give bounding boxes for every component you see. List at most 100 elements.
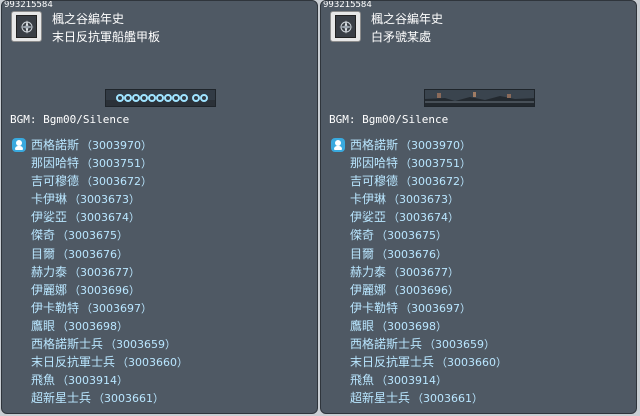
npc-item[interactable]: 末日反抗軍士兵 （3003660） [350, 353, 507, 371]
npc-item[interactable]: 飛魚 （3003914） [31, 371, 188, 389]
npc-id: （3003698） [57, 319, 129, 333]
compass-book-icon [330, 11, 361, 42]
npc-item[interactable]: 伊卡勒特 （3003697） [31, 299, 188, 317]
npc-item[interactable]: 卡伊琳 （3003673） [31, 190, 188, 208]
npc-person-icon [12, 138, 26, 152]
npc-id: （3003698） [376, 319, 448, 333]
map-name: 白矛號某處 [371, 30, 432, 44]
npc-name: 飛魚 [350, 373, 375, 388]
npc-id: （3003914） [376, 374, 448, 388]
npc-name: 卡伊琳 [350, 192, 387, 207]
map-name: 末日反抗軍船艦甲板 [52, 30, 161, 44]
npc-item[interactable]: 鷹眼 （3003698） [350, 317, 507, 335]
npc-id: （3003673） [388, 193, 460, 207]
npc-id: （3003672） [400, 175, 472, 189]
npc-item[interactable]: 那因哈特 （3003751） [31, 154, 188, 172]
npc-id: （3003677） [388, 265, 460, 279]
npc-list: 西格諾斯 （3003970） 那因哈特 （3003751） 吉可穆德 （3003672… [31, 136, 188, 407]
npc-item[interactable]: 伊娑亞 （3003674） [31, 208, 188, 226]
npc-item[interactable]: 傑奇 （3003675） [350, 226, 507, 244]
npc-name: 伊麗娜 [350, 282, 387, 297]
npc-id: （3003660） [436, 356, 508, 370]
npc-item[interactable]: 伊麗娜 （3003696） [31, 281, 188, 299]
npc-id: （3003675） [376, 229, 448, 243]
npc-id: （3003673） [69, 193, 141, 207]
npc-name: 末日反抗軍士兵 [31, 355, 116, 370]
npc-name: 伊麗娜 [31, 282, 68, 297]
npc-name: 西格諾斯 [31, 138, 80, 152]
npc-item[interactable]: 超新星士兵 （3003661） [350, 389, 507, 407]
npc-item[interactable]: 伊娑亞 （3003674） [350, 208, 507, 226]
npc-name: 目爾 [31, 246, 56, 261]
region-name: 楓之谷編年史 [371, 12, 444, 26]
npc-name: 西格諾斯士兵 [31, 337, 104, 352]
npc-id: （3003970） [400, 139, 472, 152]
npc-id: （3003970） [81, 139, 153, 152]
npc-name: 伊卡勒特 [31, 300, 80, 315]
npc-item[interactable]: 西格諾斯士兵 （3003659） [350, 335, 507, 353]
map-id: 993215584 [323, 0, 372, 10]
npc-item[interactable]: 傑奇 （3003675） [31, 226, 188, 244]
bgm-label: BGM: Bgm00/Silence [329, 113, 449, 126]
npc-name: 伊卡勒特 [350, 300, 399, 315]
npc-item[interactable]: 赫力泰 （3003677） [31, 263, 188, 281]
npc-name: 超新星士兵 [350, 391, 411, 406]
npc-id: （3003674） [388, 211, 460, 225]
npc-name: 那因哈特 [31, 156, 80, 171]
npc-id: （3003661） [412, 392, 484, 406]
bgm-label: BGM: Bgm00/Silence [10, 113, 130, 126]
npc-id: （3003672） [81, 175, 153, 189]
npc-item[interactable]: 吉可穆德 （3003672） [350, 172, 507, 190]
npc-name: 飛魚 [31, 373, 56, 388]
npc-item[interactable]: 伊麗娜 （3003696） [350, 281, 507, 299]
npc-id: （3003661） [93, 392, 165, 406]
npc-name: 末日反抗軍士兵 [350, 355, 435, 370]
map-id: 993215584 [4, 0, 53, 10]
npc-list: 西格諾斯 （3003970） 那因哈特 （3003751） 吉可穆德 （3003672… [350, 136, 507, 407]
npc-item[interactable]: 那因哈特 （3003751） [350, 154, 507, 172]
npc-name: 西格諾斯 [350, 138, 399, 152]
npc-item[interactable]: 目爾 （3003676） [350, 245, 507, 263]
npc-item[interactable]: 吉可穆德 （3003672） [31, 172, 188, 190]
npc-id: （3003751） [81, 157, 153, 171]
npc-item[interactable]: 卡伊琳 （3003673） [350, 190, 507, 208]
npc-name: 傑奇 [31, 228, 56, 243]
npc-name: 伊娑亞 [31, 210, 68, 225]
npc-name: 赫力泰 [350, 264, 387, 279]
npc-id: （3003659） [424, 338, 496, 352]
npc-name: 超新星士兵 [31, 391, 92, 406]
npc-name: 赫力泰 [31, 264, 68, 279]
npc-name: 伊娑亞 [350, 210, 387, 225]
npc-item[interactable]: 末日反抗軍士兵 （3003660） [31, 353, 188, 371]
npc-id: （3003914） [57, 374, 129, 388]
npc-id: （3003674） [69, 211, 141, 225]
npc-item[interactable]: 赫力泰 （3003677） [350, 263, 507, 281]
npc-name: 鷹眼 [350, 318, 375, 333]
npc-id: （3003696） [69, 283, 141, 297]
npc-id: （3003697） [81, 301, 153, 315]
npc-item[interactable]: 超新星士兵 （3003661） [31, 389, 188, 407]
map-info-panel-left: 993215584 楓之谷編年史 末日反抗軍船艦甲板 BGM: Bgm00/Si… [1, 0, 318, 414]
npc-item[interactable]: 西格諾斯 （3003970） [31, 136, 188, 154]
npc-person-icon [331, 138, 345, 152]
npc-name: 吉可穆德 [31, 174, 80, 189]
npc-item[interactable]: 飛魚 （3003914） [350, 371, 507, 389]
npc-name: 那因哈特 [350, 156, 399, 171]
minimap-preview [105, 89, 216, 107]
map-info-panel-right: 993215584 楓之谷編年史 白矛號某處 BGM: Bgm00/Silenc… [320, 0, 637, 414]
npc-item[interactable]: 西格諾斯士兵 （3003659） [31, 335, 188, 353]
npc-item[interactable]: 鷹眼 （3003698） [31, 317, 188, 335]
npc-item[interactable]: 西格諾斯 （3003970） [350, 136, 507, 154]
npc-id: （3003676） [376, 247, 448, 261]
npc-id: （3003751） [400, 157, 472, 171]
region-name: 楓之谷編年史 [52, 12, 125, 26]
npc-name: 吉可穆德 [350, 174, 399, 189]
compass-book-icon [11, 11, 42, 42]
npc-id: （3003676） [57, 247, 129, 261]
npc-id: （3003659） [105, 338, 177, 352]
npc-id: （3003677） [69, 265, 141, 279]
minimap-preview [424, 89, 535, 107]
npc-item[interactable]: 伊卡勒特 （3003697） [350, 299, 507, 317]
npc-name: 西格諾斯士兵 [350, 337, 423, 352]
npc-item[interactable]: 目爾 （3003676） [31, 245, 188, 263]
